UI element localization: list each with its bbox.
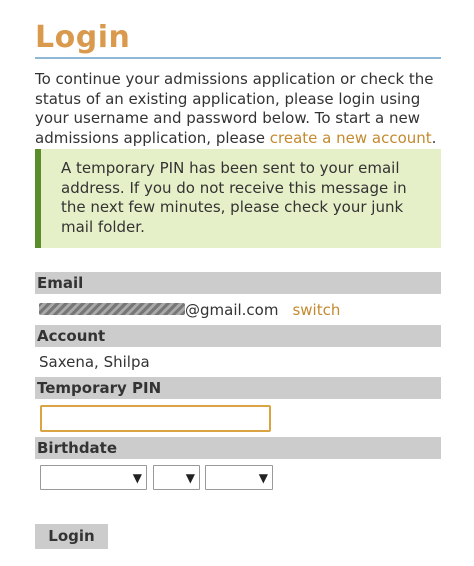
email-value-row: @gmail.com switch [39, 300, 340, 320]
account-label: Account [35, 325, 441, 347]
title-divider [35, 57, 441, 59]
birthdate-label: Birthdate [35, 437, 441, 459]
temporary-pin-input[interactable] [40, 405, 271, 432]
caret-down-icon: ▼ [185, 471, 195, 485]
account-value: Saxena, Shilpa [39, 353, 150, 371]
intro-end: . [431, 128, 437, 147]
email-label: Email [35, 272, 441, 294]
birth-year-select[interactable]: ▼ [205, 465, 273, 490]
temporary-pin-label: Temporary PIN [35, 377, 441, 399]
birth-day-select[interactable]: ▼ [153, 465, 200, 490]
masked-email-username [39, 303, 185, 315]
caret-down-icon: ▼ [132, 471, 142, 485]
email-domain: @gmail.com [185, 301, 279, 319]
create-account-link[interactable]: create a new account [270, 129, 432, 147]
switch-email-link[interactable]: switch [292, 301, 340, 319]
birth-month-select[interactable]: ▼ [40, 465, 147, 490]
intro-paragraph: To continue your admissions application … [35, 70, 445, 148]
caret-down-icon: ▼ [258, 471, 268, 485]
login-button[interactable]: Login [35, 524, 108, 549]
notice-text: A temporary PIN has been sent to your em… [61, 159, 407, 236]
pin-sent-notice: A temporary PIN has been sent to your em… [35, 149, 441, 248]
page-title: Login [35, 20, 131, 55]
